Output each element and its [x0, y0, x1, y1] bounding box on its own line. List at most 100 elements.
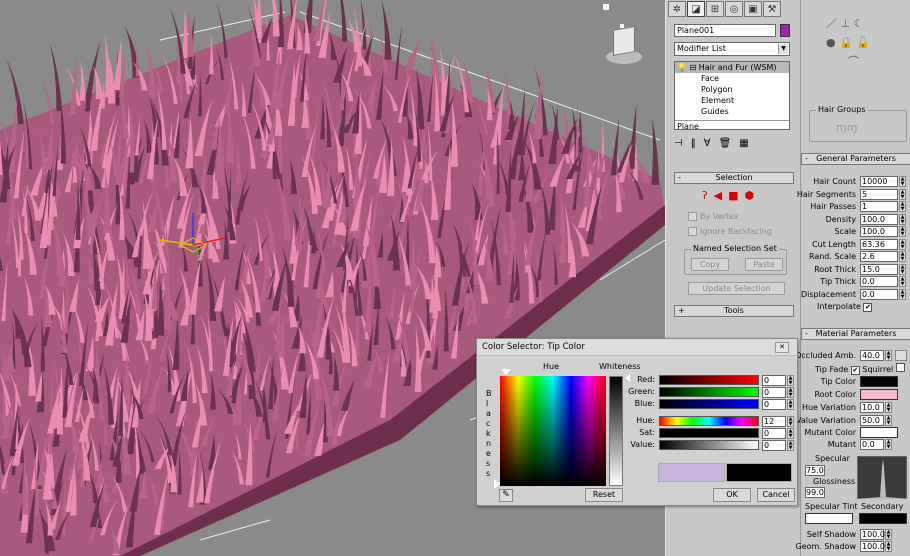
channel-field[interactable]: 12: [762, 416, 786, 427]
root-color-swatch[interactable]: [860, 389, 898, 400]
mutant-field[interactable]: 0.0: [860, 439, 884, 450]
map-button[interactable]: [895, 350, 907, 361]
reset-button[interactable]: Reset: [585, 488, 623, 502]
param-field[interactable]: 0.0: [860, 288, 898, 300]
motion-icon[interactable]: ◎: [725, 1, 743, 17]
hue-blackness-picker[interactable]: [500, 376, 606, 486]
mutant-color-swatch[interactable]: [860, 427, 898, 438]
channel-slider[interactable]: [659, 440, 759, 450]
channel-field[interactable]: 0: [762, 440, 786, 451]
spinner-icon[interactable]: ▲ ▼: [885, 439, 892, 450]
rollout-tools[interactable]: + Tools: [674, 305, 794, 317]
secondary-swatch[interactable]: [859, 513, 907, 524]
param-field[interactable]: 100.0: [860, 213, 898, 225]
guides-icon[interactable]: ʔ: [702, 189, 708, 202]
brush-icon[interactable]: ／: [826, 17, 837, 30]
spinner-icon[interactable]: ▲ ▼: [899, 188, 906, 200]
hair-groups-icon[interactable]: ɱɱ: [836, 121, 857, 134]
channel-slider[interactable]: [659, 375, 759, 385]
object-color-swatch[interactable]: [780, 24, 790, 37]
rollout-selection[interactable]: - Selection: [674, 172, 794, 184]
rollout-general-parameters[interactable]: - General Parameters: [801, 153, 910, 165]
hierarchy-icon[interactable]: ⊞: [706, 1, 724, 17]
close-icon[interactable]: ✕: [775, 342, 789, 353]
spinner-icon[interactable]: ▲ ▼: [787, 428, 794, 439]
spinner-icon[interactable]: ▲ ▼: [899, 238, 906, 250]
make-unique-icon[interactable]: ∀: [704, 138, 711, 149]
spinner-icon[interactable]: ▲ ▼: [885, 402, 892, 413]
comb-icon[interactable]: ⊥: [841, 17, 851, 30]
display-icon[interactable]: ▣: [744, 1, 762, 17]
geom-shadow-field[interactable]: 100.0: [860, 541, 885, 552]
hue-variation-field[interactable]: 10.0: [860, 402, 884, 413]
modifier-list-dropdown[interactable]: Modifier List ▼: [674, 42, 790, 56]
ok-button[interactable]: OK: [713, 488, 751, 502]
glossiness-field[interactable]: 99.0: [805, 487, 825, 498]
modifier-stack[interactable]: 💡 ⊟ Hair and Fur (WSM) Face Polygon Elem…: [674, 61, 790, 131]
channel-field[interactable]: 0: [762, 399, 786, 410]
polygon-icon[interactable]: ■: [728, 189, 738, 202]
spinner-icon[interactable]: ▲ ▼: [899, 201, 906, 212]
channel-field[interactable]: 0: [762, 375, 786, 386]
spinner-icon[interactable]: ▲ ▼: [899, 263, 906, 275]
object-name-field[interactable]: Plane001: [674, 24, 776, 37]
param-field[interactable]: 1: [860, 201, 898, 212]
unlock-icon[interactable]: 🔓: [856, 36, 870, 49]
spinner-icon[interactable]: ▲ ▼: [787, 375, 794, 386]
ball-icon[interactable]: ●: [826, 36, 836, 49]
spinner-icon[interactable]: ▲ ▼: [787, 399, 794, 410]
whiteness-slider[interactable]: [609, 376, 623, 486]
by-vertex-checkbox[interactable]: By Vertex: [688, 212, 738, 221]
create-icon[interactable]: ✲: [668, 1, 686, 17]
channel-field[interactable]: 0: [762, 428, 786, 439]
face-icon[interactable]: ◀: [714, 189, 722, 202]
spinner-icon[interactable]: ▲ ▼: [899, 213, 906, 225]
blackness-pointer-icon[interactable]: [494, 479, 500, 489]
channel-field[interactable]: 0: [762, 387, 786, 398]
self-shadow-field[interactable]: 100.0: [860, 529, 885, 540]
spinner-icon[interactable]: ▲ ▼: [787, 440, 794, 451]
spinner-icon[interactable]: ▲ ▼: [885, 541, 892, 552]
spinner-icon[interactable]: ▲ ▼: [899, 276, 906, 287]
element-icon[interactable]: ⬢: [745, 189, 755, 202]
chevron-down-icon[interactable]: ▼: [778, 44, 788, 54]
value-variation-field[interactable]: 50.0: [860, 415, 884, 426]
param-field[interactable]: 2.6: [860, 251, 898, 262]
stack-subobject-guides[interactable]: Guides: [675, 106, 789, 117]
home-icon[interactable]: [603, 4, 609, 10]
squirrel-checkbox[interactable]: [895, 363, 905, 372]
ignore-backfacing-checkbox[interactable]: Ignore Backfacing: [688, 227, 772, 236]
pin-stack-icon[interactable]: ⊣: [674, 138, 683, 149]
channel-slider[interactable]: [659, 416, 759, 426]
stack-subobject-face[interactable]: Face: [675, 73, 789, 84]
interpolate-checkbox[interactable]: Interpolate ✔: [817, 302, 873, 312]
curl-icon[interactable]: ☾: [854, 17, 864, 30]
expand-icon[interactable]: ⊟: [690, 63, 697, 72]
cancel-button[interactable]: Cancel: [757, 488, 795, 502]
channel-slider[interactable]: [659, 387, 759, 397]
spinner-icon[interactable]: ▲ ▼: [885, 529, 892, 540]
spinner-icon[interactable]: ▲ ▼: [885, 415, 892, 426]
param-field[interactable]: 10000: [860, 176, 898, 187]
hue-pointer-icon[interactable]: [501, 369, 511, 375]
stack-item-hair-and-fur[interactable]: 💡 ⊟ Hair and Fur (WSM): [675, 62, 789, 73]
spinner-icon[interactable]: ▲ ▼: [899, 226, 906, 237]
stack-subobject-element[interactable]: Element: [675, 95, 789, 106]
tip-color-swatch[interactable]: [860, 376, 898, 387]
rollout-material-parameters[interactable]: - Material Parameters: [801, 328, 910, 340]
viewcube-icon[interactable]: [600, 24, 646, 70]
channel-slider[interactable]: [659, 399, 759, 409]
configure-modifier-sets-icon[interactable]: ▦: [739, 138, 748, 149]
lightbulb-icon[interactable]: 💡: [677, 63, 687, 72]
stack-item-plane[interactable]: Plane: [675, 120, 789, 131]
channel-slider[interactable]: [659, 428, 759, 438]
param-field[interactable]: 15.0: [860, 263, 898, 275]
param-field[interactable]: 63.36: [860, 238, 898, 250]
tip-fade-checkbox[interactable]: ✔: [850, 366, 860, 375]
occluded-amb-field[interactable]: 40.0: [860, 350, 884, 361]
copy-button[interactable]: Copy: [691, 258, 729, 271]
spinner-icon[interactable]: ▲ ▼: [787, 416, 794, 427]
undo-icon[interactable]: ⌒: [848, 55, 859, 68]
stack-subobject-polygon[interactable]: Polygon: [675, 84, 789, 95]
specular-field[interactable]: 75.0: [805, 465, 825, 476]
